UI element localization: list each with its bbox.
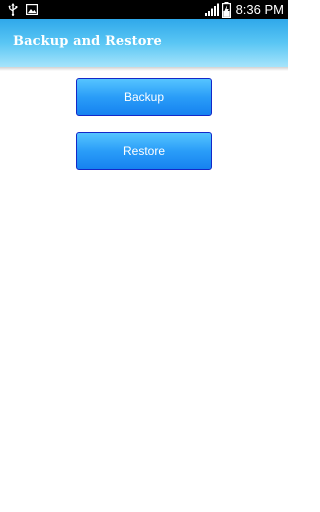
page-title: Backup and Restore — [13, 34, 162, 49]
signal-icon — [204, 3, 219, 16]
action-bar-shadow — [0, 67, 288, 71]
action-bar: Backup and Restore — [0, 19, 288, 67]
restore-button[interactable]: Restore — [76, 132, 212, 170]
status-time: 8:36 PM — [235, 2, 284, 17]
restore-button-label: Restore — [122, 144, 166, 158]
status-left-icons — [8, 3, 38, 16]
battery-charging-icon — [221, 1, 231, 18]
backup-button[interactable]: Backup — [76, 78, 212, 116]
usb-icon — [8, 3, 18, 16]
status-bar: 8:36 PM — [0, 0, 288, 19]
image-icon — [26, 4, 38, 15]
status-right-icons: 8:36 PM — [204, 1, 284, 18]
backup-button-label: Backup — [123, 90, 165, 104]
